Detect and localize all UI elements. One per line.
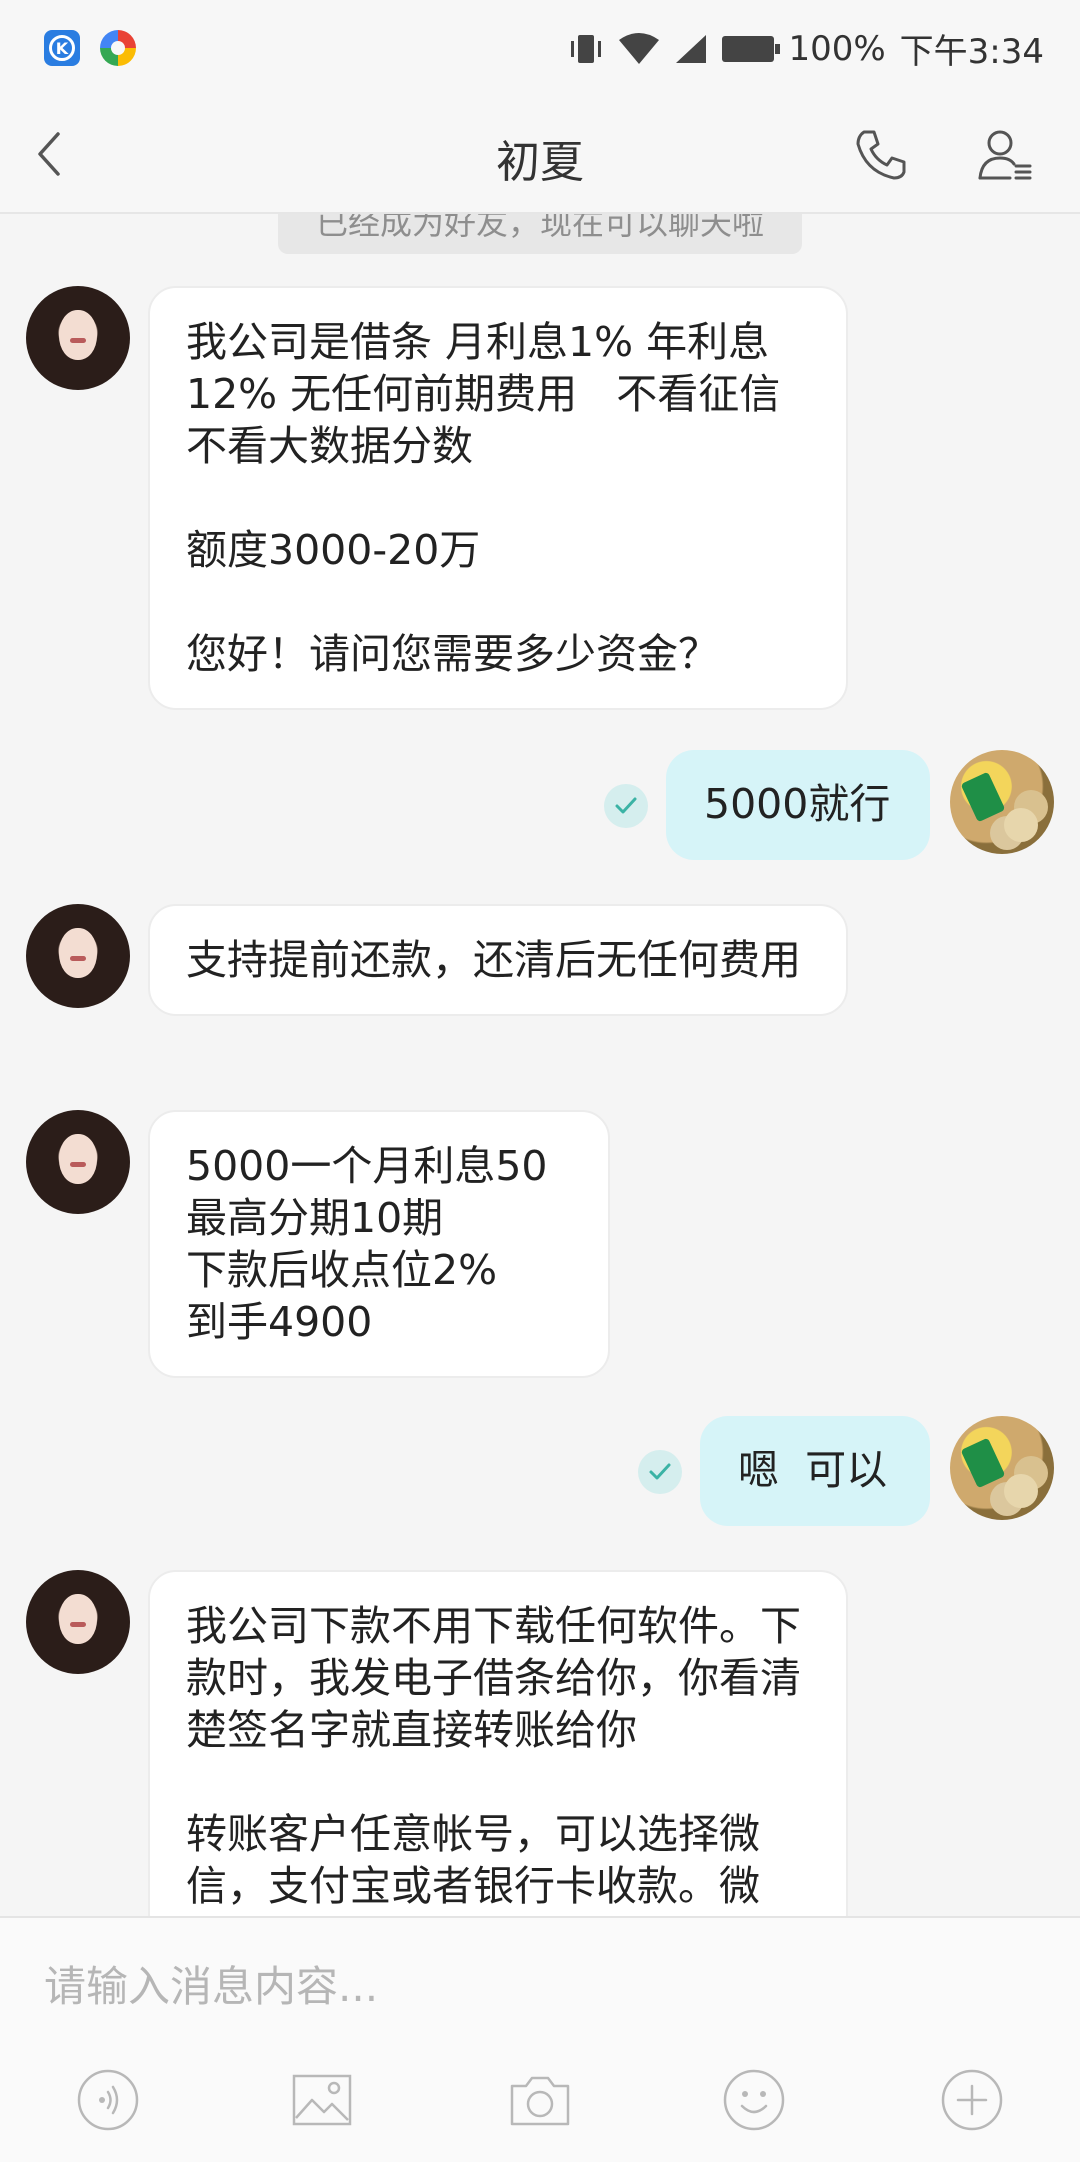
battery-percent: 100% xyxy=(788,28,886,69)
input-bar xyxy=(0,1916,1080,2162)
phone-icon[interactable] xyxy=(852,126,910,184)
emoji-icon[interactable] xyxy=(722,2068,786,2132)
message-bubble-incoming[interactable]: 5000一个月利息50 最高分期10期 下款后收点位2% 到手4900 xyxy=(148,1110,610,1378)
status-bar: K 100% 下午3:34 xyxy=(0,0,1080,96)
my-avatar[interactable] xyxy=(950,1416,1054,1520)
message-input[interactable] xyxy=(44,1946,1034,2026)
read-check-icon xyxy=(638,1450,682,1494)
message-bubble-incoming[interactable]: 我公司下款不用下载任何软件。下款时，我发电子借条给你，你看清楚签名字就直接转账给… xyxy=(148,1570,848,1916)
my-avatar[interactable] xyxy=(950,750,1054,854)
plus-icon[interactable] xyxy=(940,2068,1004,2132)
signal-icon xyxy=(676,34,707,63)
battery-icon xyxy=(722,35,781,62)
chat-header: 初夏 xyxy=(0,96,1080,214)
contact-avatar[interactable] xyxy=(26,286,130,390)
contact-avatar[interactable] xyxy=(26,904,130,1008)
k-app-icon: K xyxy=(44,30,80,66)
system-indicators: 100% 下午3:34 xyxy=(568,24,1044,73)
system-tip: 已经成为好友，现在可以聊天啦 xyxy=(278,214,802,254)
page-title: 初夏 xyxy=(496,137,584,188)
contact-avatar[interactable] xyxy=(26,1570,130,1674)
contact-avatar[interactable] xyxy=(26,1110,130,1214)
message-bubble-outgoing[interactable]: 嗯 可以 xyxy=(700,1416,930,1526)
clock: 下午3:34 xyxy=(899,32,1044,72)
profile-icon[interactable] xyxy=(976,126,1034,184)
camera-icon[interactable] xyxy=(508,2068,572,2132)
wifi-icon xyxy=(619,32,660,64)
message-bubble-outgoing[interactable]: 5000就行 xyxy=(666,750,930,860)
message-list[interactable]: 已经成为好友，现在可以聊天啦 我公司是借条 月利息1% 年利息12% 无任何前期… xyxy=(0,214,1080,1916)
message-bubble-incoming[interactable]: 我公司是借条 月利息1% 年利息12% 无任何前期费用 不看征信 不看大数据分数… xyxy=(148,286,848,710)
message-bubble-incoming[interactable]: 支持提前还款，还清后无任何费用 xyxy=(148,904,848,1016)
voice-icon[interactable] xyxy=(76,2068,140,2132)
image-icon[interactable] xyxy=(290,2068,354,2132)
notification-icons: K xyxy=(44,30,136,66)
pinwheel-app-icon xyxy=(100,30,136,66)
vibrate-icon xyxy=(571,34,602,63)
read-check-icon xyxy=(604,784,648,828)
